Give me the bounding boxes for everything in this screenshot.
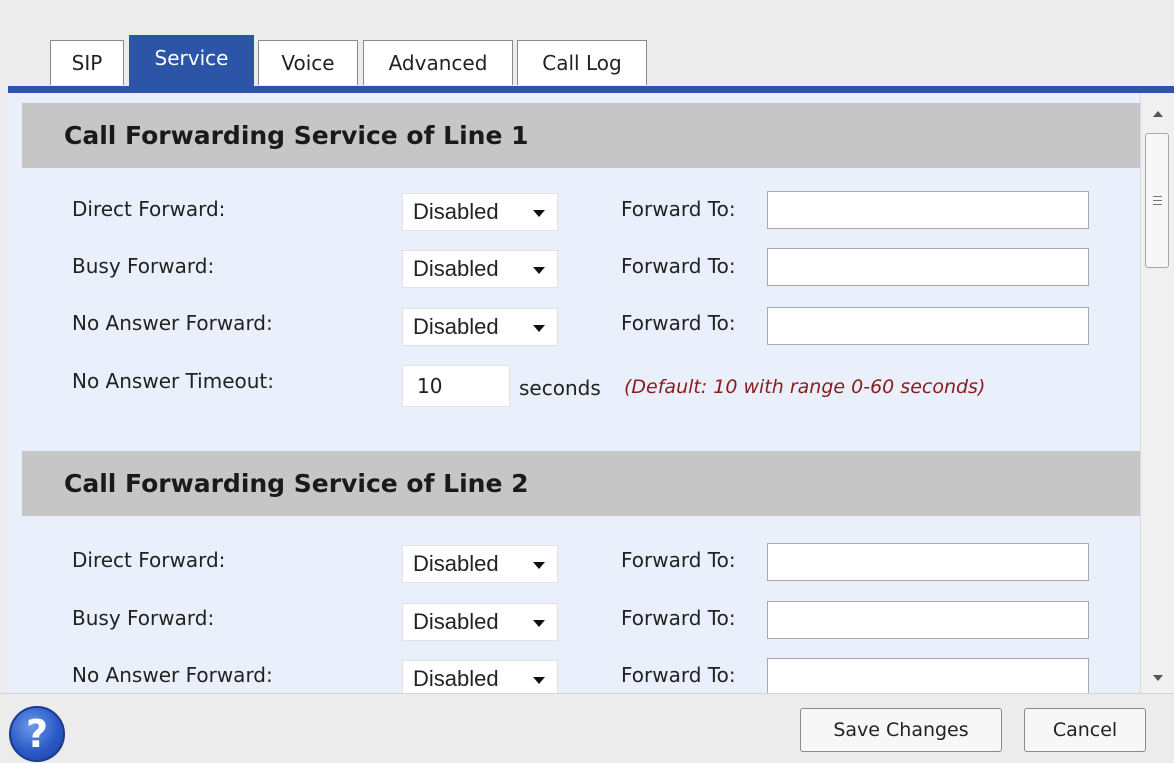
tab-sip[interactable]: SIP <box>50 40 124 85</box>
chevron-down-icon <box>533 562 545 569</box>
timeout-unit-label: seconds <box>519 376 601 400</box>
line1-noanswer-timeout-label: No Answer Timeout: <box>72 369 275 393</box>
chevron-down-icon <box>533 210 545 217</box>
line2-section-title: Call Forwarding Service of Line 2 <box>22 451 1140 516</box>
line2-noanswer-forward-select[interactable]: Disabled <box>402 660 558 693</box>
line2-noanswer-forward-value: Disabled <box>413 666 499 691</box>
line1-direct-forward-label: Direct Forward: <box>72 197 226 221</box>
line1-noanswer-timeout-input[interactable]: 10 <box>402 365 510 407</box>
chevron-down-icon <box>533 620 545 627</box>
scroll-up-arrow-icon[interactable] <box>1153 111 1163 117</box>
line1-noanswer-forward-to-input[interactable] <box>767 307 1089 345</box>
grip-line <box>1153 200 1162 201</box>
chevron-down-icon <box>533 267 545 274</box>
tab-service[interactable]: Service <box>129 35 254 93</box>
line2-noanswer-forward-to-input[interactable] <box>767 658 1089 693</box>
line1-busy-forward-select[interactable]: Disabled <box>402 250 558 288</box>
line2-busy-forward-to-input[interactable] <box>767 601 1089 639</box>
cancel-button[interactable]: Cancel <box>1024 708 1146 752</box>
line1-noanswer-forward-label: No Answer Forward: <box>72 311 273 335</box>
line1-noanswer-forward-to-label: Forward To: <box>621 311 736 335</box>
line2-busy-forward-to-label: Forward To: <box>621 606 736 630</box>
chevron-down-icon <box>533 677 545 684</box>
help-icon[interactable]: ? <box>9 706 65 762</box>
line2-busy-forward-value: Disabled <box>413 609 499 634</box>
vertical-scrollbar[interactable] <box>1140 93 1174 693</box>
line2-noanswer-forward-label: No Answer Forward: <box>72 663 273 687</box>
line2-direct-forward-to-input[interactable] <box>767 543 1089 581</box>
line2-busy-forward-select[interactable]: Disabled <box>402 603 558 641</box>
scroll-down-arrow-icon[interactable] <box>1153 675 1163 681</box>
tab-advanced[interactable]: Advanced <box>363 40 513 85</box>
line2-direct-forward-label: Direct Forward: <box>72 548 226 572</box>
grip-line <box>1153 196 1162 197</box>
line1-direct-forward-to-input[interactable] <box>767 191 1089 229</box>
line2-busy-forward-label: Busy Forward: <box>72 606 215 630</box>
line1-busy-forward-label: Busy Forward: <box>72 254 215 278</box>
scrollbar-thumb[interactable] <box>1145 133 1169 268</box>
line1-direct-forward-to-label: Forward To: <box>621 197 736 221</box>
line1-noanswer-forward-value: Disabled <box>413 314 499 339</box>
line1-busy-forward-value: Disabled <box>413 256 499 281</box>
line2-direct-forward-to-label: Forward To: <box>621 548 736 572</box>
line1-noanswer-forward-select[interactable]: Disabled <box>402 308 558 346</box>
service-settings-panel: Call Forwarding Service of Line 1 Direct… <box>8 93 1140 693</box>
chevron-down-icon <box>533 325 545 332</box>
tab-call-log[interactable]: Call Log <box>517 40 647 85</box>
line1-busy-forward-to-input[interactable] <box>767 248 1089 286</box>
timeout-default-hint: (Default: 10 with range 0-60 seconds) <box>624 376 986 398</box>
tab-voice[interactable]: Voice <box>258 40 358 85</box>
line1-direct-forward-value: Disabled <box>413 199 499 224</box>
line2-direct-forward-select[interactable]: Disabled <box>402 545 558 583</box>
save-changes-button[interactable]: Save Changes <box>800 708 1002 752</box>
line1-section-title: Call Forwarding Service of Line 1 <box>22 103 1140 168</box>
tab-underline <box>8 86 1174 93</box>
line2-direct-forward-value: Disabled <box>413 551 499 576</box>
grip-line <box>1153 204 1162 205</box>
tab-bar: SIP Service Voice Advanced Call Log <box>0 0 1174 93</box>
footer-bar: ? Save Changes Cancel <box>0 693 1174 763</box>
line1-busy-forward-to-label: Forward To: <box>621 254 736 278</box>
line1-direct-forward-select[interactable]: Disabled <box>402 193 558 231</box>
line2-noanswer-forward-to-label: Forward To: <box>621 663 736 687</box>
